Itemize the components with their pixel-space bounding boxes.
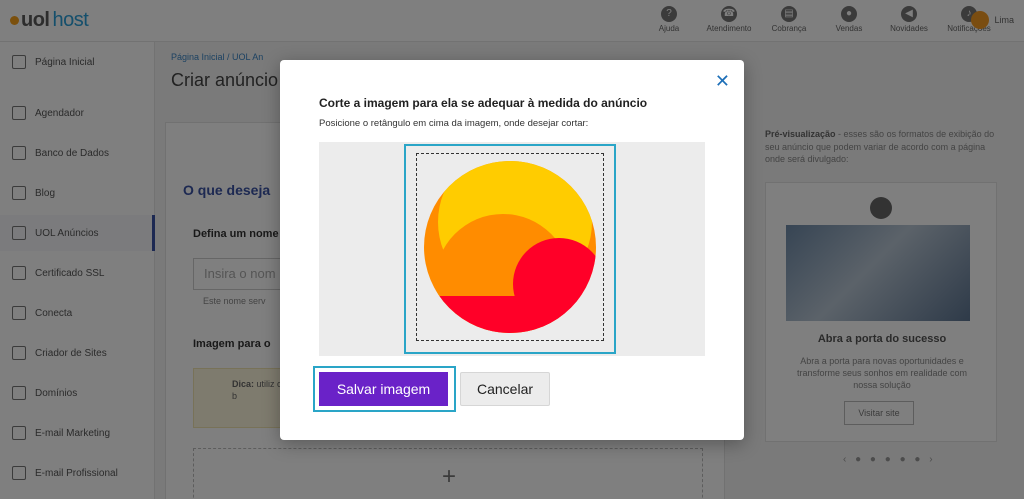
crop-image-modal: ✕ Corte a imagem para ela se adequar à m… (280, 60, 744, 440)
crop-canvas[interactable] (319, 142, 705, 356)
crop-rectangle[interactable] (404, 144, 616, 354)
uploaded-logo-image (424, 161, 596, 333)
modal-subtitle: Posicione o retângulo em cima da imagem,… (319, 118, 589, 129)
logo-red-circle (513, 238, 596, 330)
modal-title: Corte a imagem para ela se adequar à med… (319, 96, 648, 110)
cancel-button[interactable]: Cancelar (460, 372, 550, 406)
save-image-button[interactable]: Salvar imagem (319, 372, 448, 406)
close-icon[interactable]: ✕ (715, 72, 730, 90)
